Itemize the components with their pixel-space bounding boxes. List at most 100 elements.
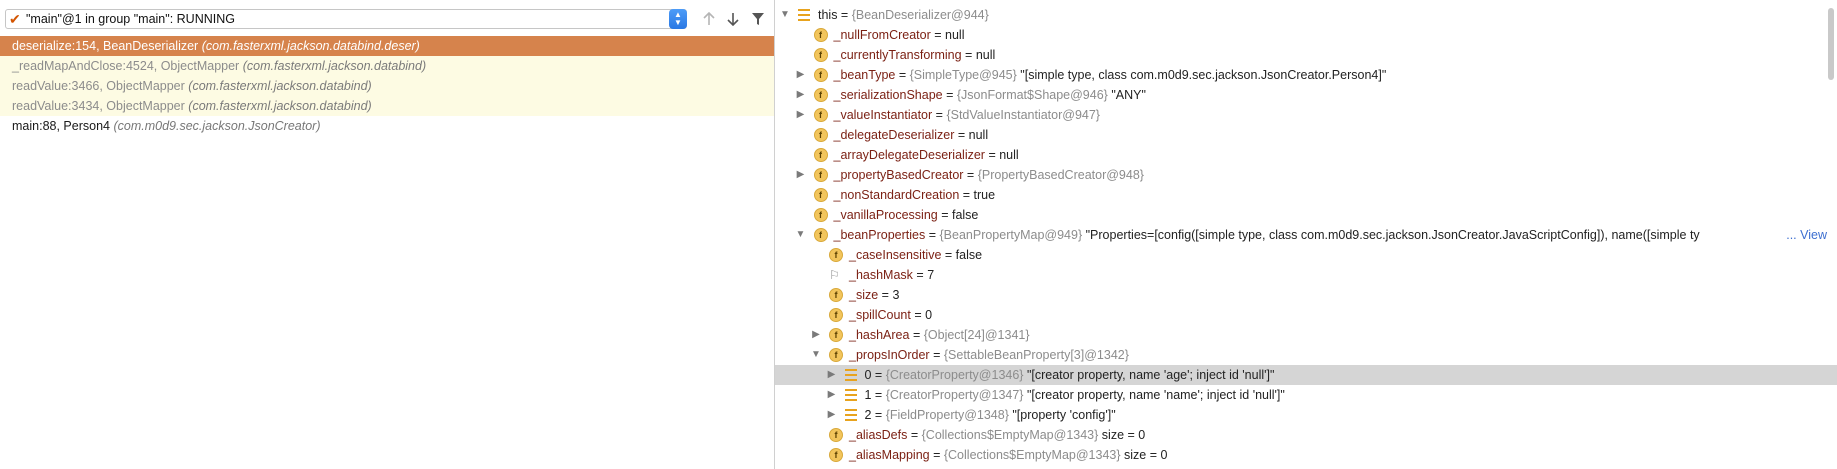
variable-name: _vanillaProcessing <box>833 208 938 222</box>
field-icon: f <box>829 428 843 442</box>
variable-row[interactable]: f _aliasDefs = {Collections$EmptyMap@1343… <box>775 425 1837 445</box>
variable-row[interactable]: ▼ this = {BeanDeserializer@944} <box>775 5 1837 25</box>
frame-method: deserialize:154, BeanDeserializer <box>12 39 199 53</box>
collapsed-arrow-icon[interactable]: ▶ <box>810 325 822 345</box>
variable-name: this <box>818 8 838 22</box>
variable-row[interactable]: ▼ f _propsInOrder = {SettableBeanProperty[… <box>775 345 1837 365</box>
frame-package: (com.fasterxml.jackson.databind.deser) <box>201 39 420 53</box>
variable-value: size = 0 <box>1120 448 1168 462</box>
variable-row[interactable]: ▶ 0 = {CreatorProperty@1346} "[creator pr… <box>775 365 1837 385</box>
variable-row[interactable]: ▶ f _serializationShape = {JsonFormat$Shap… <box>775 85 1837 105</box>
collapsed-arrow-icon[interactable]: ▶ <box>826 405 838 425</box>
variable-row[interactable]: ▶ f _valueInstantiator = {StdValueInstanti… <box>775 105 1837 125</box>
variable-value: "[creator property, name 'name'; inject … <box>1023 388 1285 402</box>
variable-row[interactable]: ▶ f _hashArea = {Object[24]@1341} <box>775 325 1837 345</box>
variable-value: 7 <box>927 268 935 282</box>
variable-row[interactable]: f _vanillaProcessing = false <box>775 205 1837 225</box>
variable-value: true <box>973 188 996 202</box>
frame-row[interactable]: main:88, Person4 (com.m0d9.sec.jackson.J… <box>0 116 774 136</box>
thread-selector[interactable]: ✔ "main"@1 in group "main": RUNNING ▲ ▼ <box>5 9 687 29</box>
variable-name: _beanProperties <box>833 228 926 242</box>
equals-sign: = <box>932 108 947 122</box>
variable-row[interactable]: f _delegateDeserializer = null <box>775 125 1837 145</box>
variable-value: "[simple type, class com.m0d9.sec.jackso… <box>1016 68 1387 82</box>
variable-row[interactable]: f _caseInsensitive = false <box>775 245 1837 265</box>
variable-type: {FieldProperty@1348} <box>885 408 1009 422</box>
frame-row[interactable]: readValue:3466, ObjectMapper (com.faster… <box>0 76 774 96</box>
variable-name: _caseInsensitive <box>849 248 942 262</box>
variable-value: 0 <box>925 308 933 322</box>
collapsed-arrow-icon[interactable]: ▶ <box>795 85 807 105</box>
field-icon: f <box>813 228 828 242</box>
equals-sign: = <box>910 308 926 322</box>
variable-row[interactable]: f _nonStandardCreation = true <box>775 185 1837 205</box>
frame-package: (com.fasterxml.jackson.databind) <box>242 59 427 73</box>
variable-type: {BeanPropertyMap@949} <box>939 228 1083 242</box>
dropdown-arrow-icon[interactable]: ▲ ▼ <box>669 9 687 29</box>
frame-method: readValue:3434, ObjectMapper <box>12 99 185 113</box>
variable-text: _delegateDeserializer = null <box>834 125 989 145</box>
variable-row[interactable]: f _aliasMapping = {Collections$EmptyMap@1… <box>775 445 1837 465</box>
variable-text: _aliasDefs = {Collections$EmptyMap@1343}… <box>849 425 1145 445</box>
frame-method: _readMapAndClose:4524, ObjectMapper <box>12 59 240 73</box>
arrow-down-icon[interactable] <box>723 9 743 29</box>
variable-value: null <box>975 48 996 62</box>
field-icon: f <box>813 128 828 142</box>
variable-row[interactable]: f _currentlyTransforming = null <box>775 45 1837 65</box>
equals-sign: = <box>909 328 924 342</box>
frame-method: readValue:3466, ObjectMapper <box>12 79 185 93</box>
variable-value: "ANY" <box>1107 88 1146 102</box>
variables-tree: ▼ this = {BeanDeserializer@944} f _nullFrom… <box>775 5 1837 465</box>
variable-name: _currentlyTransforming <box>833 48 962 62</box>
frame-row[interactable]: _readMapAndClose:4524, ObjectMapper (com… <box>0 56 774 76</box>
equals-sign: = <box>871 368 886 382</box>
variable-type: {CreatorProperty@1346} <box>885 368 1024 382</box>
equals-sign: = <box>871 408 886 422</box>
variable-row[interactable]: ▶ 2 = {FieldProperty@1348} "[property 'co… <box>775 405 1837 425</box>
frame-package: (com.fasterxml.jackson.databind) <box>188 99 372 113</box>
variable-text: _spillCount = 0 <box>849 305 932 325</box>
variable-row[interactable]: f _arrayDelegateDeserializer = null <box>775 145 1837 165</box>
collapsed-arrow-icon[interactable]: ▶ <box>795 65 807 85</box>
variable-text: _hashMask = 7 <box>849 265 934 285</box>
variable-row[interactable]: f _nullFromCreator = null <box>775 25 1837 45</box>
frame-row[interactable]: deserialize:154, BeanDeserializer (com.f… <box>0 36 774 56</box>
collapsed-arrow-icon[interactable]: ▶ <box>795 165 807 185</box>
variable-text: _hashArea = {Object[24]@1341} <box>849 325 1030 345</box>
frame-package: (com.fasterxml.jackson.databind) <box>188 79 372 93</box>
equals-sign: = <box>895 68 910 82</box>
expanded-arrow-icon[interactable]: ▼ <box>779 5 791 25</box>
field-icon: f <box>829 248 843 262</box>
variable-text: _beanType = {SimpleType@945} "[simple ty… <box>834 65 1387 85</box>
variable-text: 0 = {CreatorProperty@1346} "[creator pro… <box>865 365 1275 385</box>
vertical-scrollbar[interactable] <box>1828 8 1834 80</box>
variable-row[interactable]: f _size = 3 <box>775 285 1837 305</box>
collapsed-arrow-icon[interactable]: ▶ <box>826 365 838 385</box>
variable-row[interactable]: ▶ f _propertyBasedCreator = {PropertyBased… <box>775 165 1837 185</box>
frame-list: deserialize:154, BeanDeserializer (com.f… <box>0 36 774 136</box>
expanded-arrow-icon[interactable]: ▼ <box>795 225 807 245</box>
variable-row[interactable]: f _spillCount = 0 <box>775 305 1837 325</box>
collapsed-arrow-icon[interactable]: ▶ <box>795 105 807 125</box>
view-link[interactable]: ... View <box>1784 225 1827 245</box>
variable-name: _arrayDelegateDeserializer <box>833 148 985 162</box>
filter-icon[interactable] <box>748 9 768 29</box>
equals-sign: = <box>929 348 944 362</box>
variable-row[interactable]: ▶ 1 = {CreatorProperty@1347} "[creator pr… <box>775 385 1837 405</box>
list-icon <box>844 389 857 401</box>
arrow-up-icon[interactable] <box>699 9 719 29</box>
variable-name: _nullFromCreator <box>833 28 931 42</box>
variable-row[interactable]: ▼ f _beanProperties = {BeanPropertyMap@949… <box>775 225 1837 245</box>
frame-row[interactable]: readValue:3434, ObjectMapper (com.faster… <box>0 96 774 116</box>
variable-row[interactable]: ▶ f _beanType = {SimpleType@945} "[simple … <box>775 65 1837 85</box>
variable-value: null <box>945 28 965 42</box>
collapsed-arrow-icon[interactable]: ▶ <box>826 385 838 405</box>
expanded-arrow-icon[interactable]: ▼ <box>810 345 822 365</box>
thread-label: "main"@1 in group "main": RUNNING <box>26 12 235 26</box>
equals-sign: = <box>907 428 922 442</box>
variable-name: _valueInstantiator <box>833 108 933 122</box>
equals-sign: = <box>941 248 956 262</box>
variable-value: false <box>951 208 979 222</box>
variable-name: _beanType <box>833 68 896 82</box>
variable-row[interactable]: ⚐ _hashMask = 7 <box>775 265 1837 285</box>
